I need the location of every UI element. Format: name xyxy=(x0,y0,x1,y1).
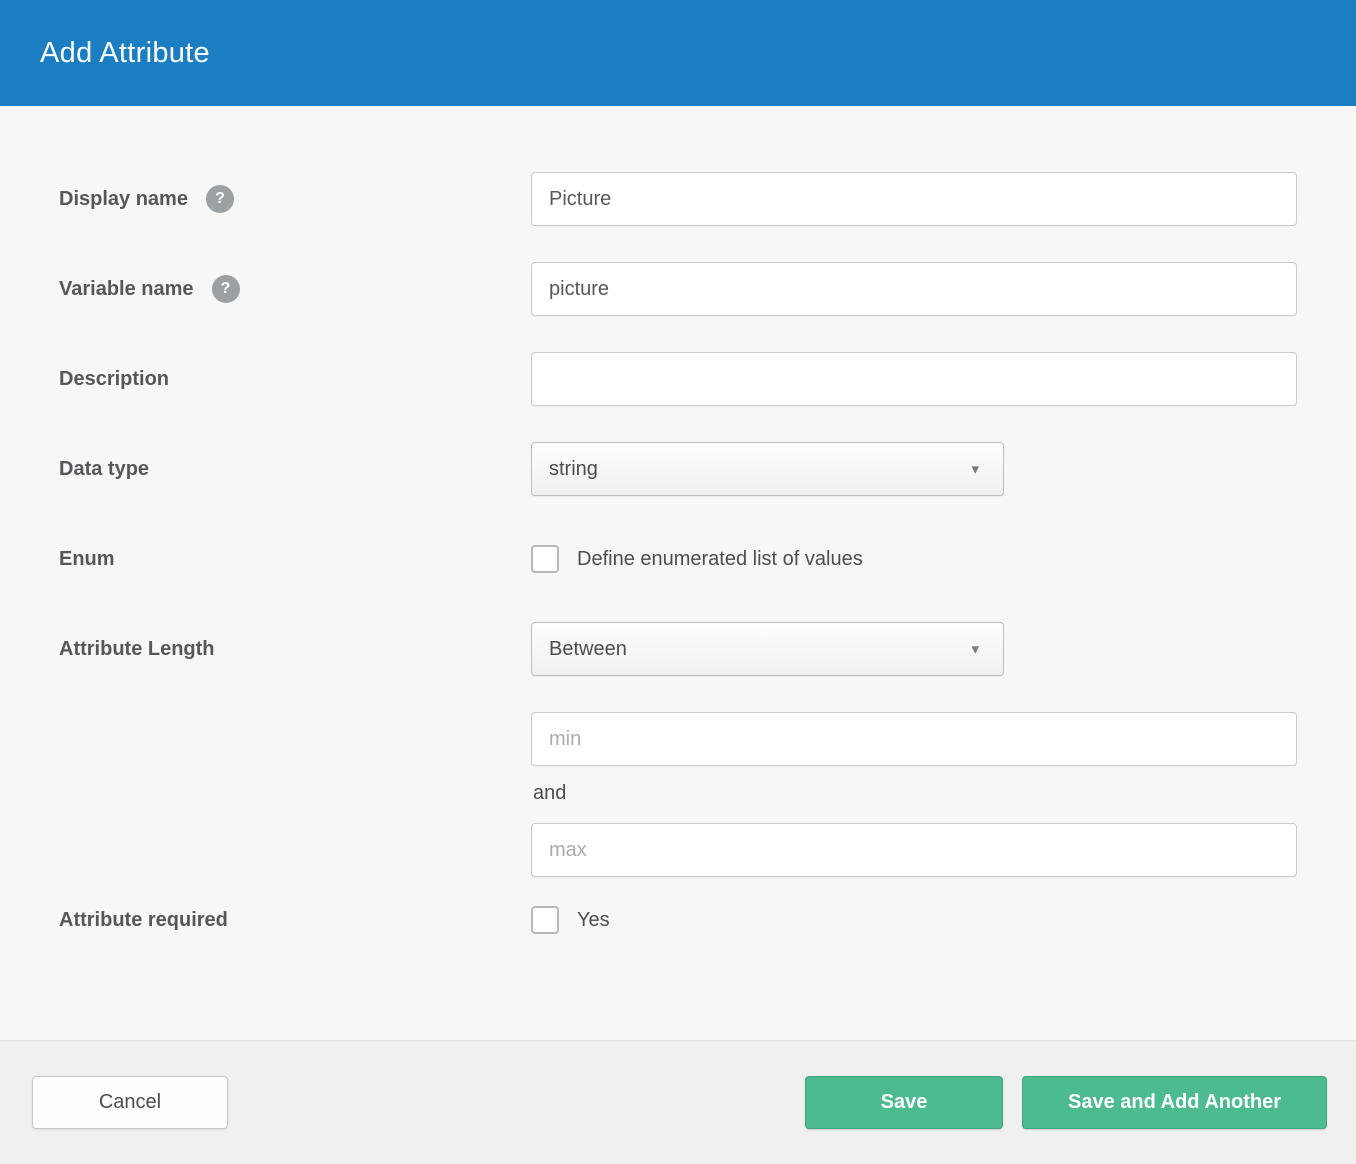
variable-name-input[interactable] xyxy=(531,262,1297,316)
attribute-length-label: Attribute Length xyxy=(59,637,215,660)
enum-label: Enum xyxy=(59,547,115,570)
variable-name-row: Variable name ? xyxy=(59,262,1297,316)
variable-name-label-group: Variable name ? xyxy=(59,275,531,303)
display-name-row: Display name ? xyxy=(59,172,1297,226)
dialog-footer: Cancel Save Save and Add Another xyxy=(0,1040,1356,1164)
description-input[interactable] xyxy=(531,352,1297,406)
chevron-down-icon: ▾ xyxy=(971,640,979,658)
description-label: Description xyxy=(59,367,170,390)
attribute-length-label-group: Attribute Length xyxy=(59,638,531,661)
cancel-button[interactable]: Cancel xyxy=(32,1076,228,1129)
enum-checkbox-label[interactable]: Define enumerated list of values xyxy=(577,548,863,571)
data-type-selected-value: string xyxy=(549,457,598,480)
min-row xyxy=(59,712,1297,766)
attribute-length-selected-value: Between xyxy=(549,637,627,660)
attribute-length-row: Attribute Length Between ▾ xyxy=(59,622,1297,676)
dialog-header: Add Attribute xyxy=(0,0,1356,106)
dialog-body: Display name ? Variable name ? Descripti… xyxy=(0,106,1356,1040)
enum-checkbox-group: Define enumerated list of values xyxy=(531,545,863,573)
attribute-required-row: Attribute required Yes xyxy=(59,893,1297,947)
variable-name-help-icon[interactable]: ? xyxy=(211,275,240,303)
data-type-label: Data type xyxy=(59,457,150,480)
data-type-select[interactable]: string ▾ xyxy=(531,442,1004,496)
display-name-label-group: Display name ? xyxy=(59,185,531,213)
description-label-group: Description xyxy=(59,368,531,391)
save-button[interactable]: Save xyxy=(805,1076,1003,1129)
attribute-required-checkbox-group: Yes xyxy=(531,906,610,934)
enum-label-group: Enum xyxy=(59,548,531,571)
max-input[interactable] xyxy=(531,823,1297,877)
enum-row: Enum Define enumerated list of values xyxy=(59,532,1297,586)
display-name-help-icon[interactable]: ? xyxy=(205,185,234,213)
enum-checkbox[interactable] xyxy=(531,545,559,573)
display-name-input[interactable] xyxy=(531,172,1297,226)
display-name-label: Display name xyxy=(59,187,188,210)
data-type-label-group: Data type xyxy=(59,458,531,481)
connector-row: and xyxy=(59,782,1297,805)
attribute-required-label-group: Attribute required xyxy=(59,909,531,932)
save-and-add-another-button[interactable]: Save and Add Another xyxy=(1022,1076,1327,1129)
max-row xyxy=(59,823,1297,877)
attribute-length-select[interactable]: Between ▾ xyxy=(531,622,1004,676)
attribute-required-checkbox[interactable] xyxy=(531,906,559,934)
and-connector-text: and xyxy=(533,782,567,804)
dialog-title: Add Attribute xyxy=(40,36,210,69)
add-attribute-dialog: Add Attribute Display name ? Variable na… xyxy=(0,0,1356,1164)
description-row: Description xyxy=(59,352,1297,406)
min-input[interactable] xyxy=(531,712,1297,766)
attribute-required-checkbox-label[interactable]: Yes xyxy=(577,909,610,932)
data-type-row: Data type string ▾ xyxy=(59,442,1297,496)
variable-name-label: Variable name xyxy=(59,277,194,300)
chevron-down-icon: ▾ xyxy=(971,460,979,478)
attribute-required-label: Attribute required xyxy=(59,908,228,931)
